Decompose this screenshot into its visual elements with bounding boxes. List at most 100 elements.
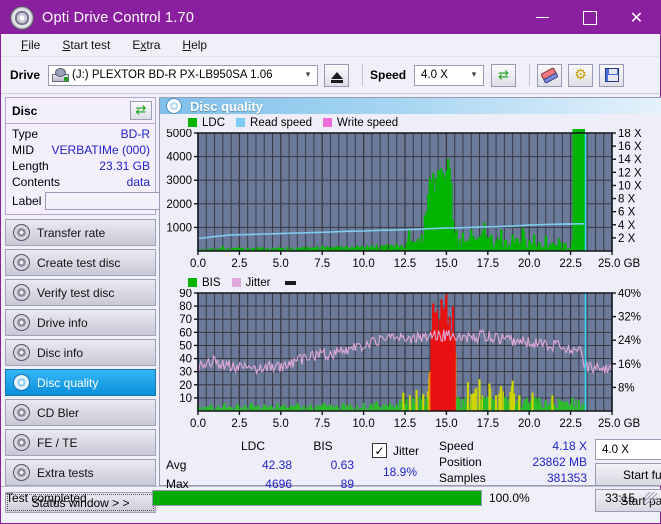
svg-text:25.0 GB: 25.0 GB: [598, 258, 641, 270]
svg-text:90: 90: [179, 289, 192, 300]
svg-text:20.0: 20.0: [518, 258, 540, 270]
disc-info-icon: [13, 344, 30, 361]
svg-text:20.0: 20.0: [518, 418, 540, 430]
stats-avg-ldc: 42.38: [261, 457, 292, 472]
svg-text:40: 40: [179, 354, 192, 366]
top-chart[interactable]: 1000 2000 3000 4000 5000 2 X4 X6 X8 X 10 X 12 X…: [162, 129, 661, 275]
info-samples-label: Samples: [439, 471, 486, 485]
chevron-down-icon: ▾: [471, 70, 477, 80]
svg-text:15.0: 15.0: [435, 418, 457, 430]
sidebar-item-label: Create test disc: [37, 255, 121, 270]
sidebar-item-transfer-rate[interactable]: Transfer rate: [5, 219, 156, 246]
speed-value: 4.0 X: [421, 69, 448, 81]
svg-text:0.0: 0.0: [190, 258, 206, 270]
save-button[interactable]: [599, 63, 625, 87]
eject-button[interactable]: [324, 63, 350, 87]
sidebar-item-label: Transfer rate: [37, 225, 106, 240]
jitter-checkbox[interactable]: ✓: [372, 443, 387, 459]
disc-quality-icon: [13, 374, 30, 391]
disc-refresh-button[interactable]: ⇄: [130, 101, 152, 120]
info-position-value: 23862 MB: [532, 455, 588, 469]
maximize-button[interactable]: [566, 1, 613, 34]
legend-label-read-speed: Read speed: [250, 116, 313, 129]
cd-bler-icon: [13, 404, 30, 421]
legend-swatch-bis: [188, 278, 197, 287]
menu-extra[interactable]: Extra: [121, 36, 171, 54]
bottom-chart[interactable]: 10 20 30 40 50 60 70 80 90 8% 16% 24% 32% 40% 0.0 2.5 5.…: [162, 289, 661, 435]
menu-file[interactable]: File: [10, 36, 51, 54]
create-test-disc-icon: [13, 254, 30, 271]
svg-text:16%: 16%: [618, 359, 641, 371]
toolbar: Drive (J:) PLEXTOR BD-R PX-LB950SA 1.06 …: [1, 57, 660, 94]
jitter-header: ✓ Jitter: [372, 439, 419, 463]
transfer-rate-icon: [13, 224, 30, 241]
jitter-label: Jitter: [393, 443, 420, 458]
svg-text:25.0 GB: 25.0 GB: [598, 418, 641, 430]
resize-grip[interactable]: [645, 492, 657, 504]
sidebar-item-extra-tests[interactable]: Extra tests: [5, 459, 156, 486]
refresh-button[interactable]: ⇄: [491, 63, 517, 87]
legend-swatch-write-speed: [323, 118, 333, 127]
test-speed-select[interactable]: 4.0 X ▾: [595, 439, 661, 460]
svg-text:1000: 1000: [166, 222, 192, 234]
app-window: Opti Drive Control 1.70 ✕ File Start tes…: [0, 0, 661, 524]
settings-button[interactable]: ⚙: [568, 63, 594, 87]
info-speed-value: 4.18 X: [552, 439, 588, 453]
refresh-icon: ⇄: [498, 67, 509, 83]
drive-value: (J:) PLEXTOR BD-R PX-LB950SA 1.06: [72, 69, 273, 81]
elapsed-time: 33:15: [604, 491, 635, 505]
refresh-icon: ⇄: [135, 103, 147, 118]
close-button[interactable]: ✕: [613, 1, 660, 34]
svg-text:8%: 8%: [618, 382, 635, 394]
svg-text:5000: 5000: [166, 129, 192, 140]
erase-button[interactable]: [537, 63, 563, 87]
gear-icon: ⚙: [574, 67, 587, 83]
main-area: Disc ⇄ Type BD-R MID VERBATIMe (000) Len…: [1, 94, 661, 513]
svg-text:22.5: 22.5: [559, 258, 581, 270]
info-samples-value: 381353: [546, 471, 588, 485]
sidebar-item-label: Disc quality: [37, 375, 99, 390]
svg-text:24%: 24%: [618, 335, 641, 347]
sidebar-item-verify-test-disc[interactable]: Verify test disc: [5, 279, 156, 306]
stats-avg-bis: 0.63: [330, 457, 354, 472]
sidebar-item-cd-bler[interactable]: CD Bler: [5, 399, 156, 426]
menu-help[interactable]: Help: [171, 36, 218, 54]
svg-text:2.5: 2.5: [231, 258, 247, 270]
sidebar-item-create-test-disc[interactable]: Create test disc: [5, 249, 156, 276]
menu-start-test[interactable]: Start test: [51, 36, 121, 54]
svg-text:2 X: 2 X: [618, 233, 636, 245]
speed-select[interactable]: 4.0 X ▾: [414, 64, 485, 86]
app-disc-icon: [10, 5, 34, 30]
start-full-button[interactable]: Start full: [595, 463, 661, 486]
sidebar-item-disc-info[interactable]: Disc info: [5, 339, 156, 366]
disc-label-label: Label: [12, 194, 42, 208]
status-text: Test completed: [6, 491, 87, 505]
menu-bar: File Start test Extra Help: [1, 34, 660, 57]
progress-bar: [152, 490, 482, 506]
legend-label-jitter: Jitter: [245, 276, 271, 289]
sidebar-item-disc-quality[interactable]: Disc quality: [5, 369, 156, 396]
sidebar-item-fe-te[interactable]: FE / TE: [5, 429, 156, 456]
svg-text:10.0: 10.0: [352, 418, 374, 430]
sidebar-item-label: Disc info: [37, 345, 84, 360]
svg-text:60: 60: [179, 327, 192, 339]
window-title: Opti Drive Control 1.70: [42, 9, 195, 26]
legend-swatch-jitter: [231, 278, 241, 287]
disc-header-label: Disc: [12, 103, 38, 118]
erase-icon: [540, 66, 559, 84]
svg-text:32%: 32%: [618, 312, 641, 324]
svg-text:12.5: 12.5: [394, 418, 416, 430]
disc-row-length: Length 23.31 GB: [12, 159, 150, 174]
svg-text:17.5: 17.5: [477, 418, 499, 430]
minimize-button[interactable]: [519, 1, 566, 34]
sidebar-item-label: Extra tests: [37, 465, 94, 480]
svg-text:50: 50: [179, 340, 192, 352]
drive-select[interactable]: (J:) PLEXTOR BD-R PX-LB950SA 1.06 ▾: [48, 64, 319, 86]
svg-text:12 X: 12 X: [618, 167, 642, 179]
info-speed-label: Speed: [439, 439, 474, 453]
sidebar-item-drive-info[interactable]: Drive info: [5, 309, 156, 336]
svg-text:2000: 2000: [166, 199, 192, 211]
extra-tests-icon: [13, 464, 30, 481]
sidebar-item-label: Verify test disc: [37, 285, 115, 300]
svg-text:4000: 4000: [166, 152, 192, 164]
